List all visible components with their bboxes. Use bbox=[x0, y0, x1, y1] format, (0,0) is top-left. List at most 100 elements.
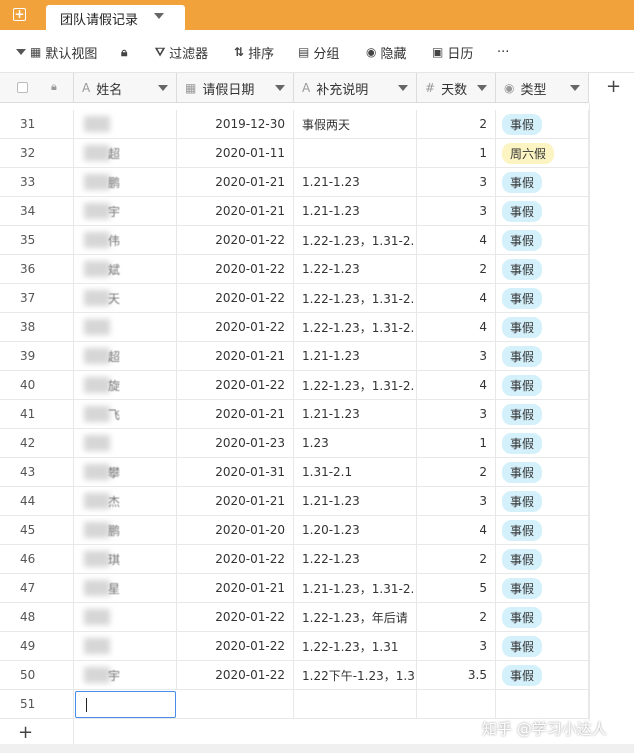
note-cell[interactable]: 1.22-1.23，1.31 bbox=[294, 632, 417, 660]
days-cell[interactable]: 4 bbox=[417, 516, 496, 544]
table-row-new[interactable]: 51 bbox=[0, 690, 589, 719]
name-cell[interactable]: 杰 bbox=[74, 487, 177, 515]
type-cell[interactable]: 事假 bbox=[496, 574, 589, 602]
date-cell[interactable]: 2020-01-22 bbox=[177, 226, 294, 254]
note-cell[interactable]: 1.22-1.23 bbox=[294, 545, 417, 573]
type-cell[interactable]: 事假 bbox=[496, 429, 589, 457]
date-cell[interactable]: 2020-01-21 bbox=[177, 487, 294, 515]
name-cell[interactable]: 超 bbox=[74, 139, 177, 167]
days-cell[interactable]: 4 bbox=[417, 371, 496, 399]
table-row[interactable]: 41 飞 2020-01-21 1.21-1.23 3 事假 bbox=[0, 400, 589, 429]
table-row[interactable]: 44 杰 2020-01-21 1.21-1.23 3 事假 bbox=[0, 487, 589, 516]
note-cell[interactable]: 1.21-1.23 bbox=[294, 342, 417, 370]
days-cell[interactable]: 3 bbox=[417, 487, 496, 515]
table-row[interactable]: 49 2020-01-22 1.22-1.23，1.31 3 事假 bbox=[0, 632, 589, 661]
days-cell[interactable]: 3.5 bbox=[417, 661, 496, 689]
type-cell[interactable]: 周六假 bbox=[496, 139, 589, 167]
days-cell[interactable]: 3 bbox=[417, 168, 496, 196]
table-row[interactable]: 38 2020-01-22 1.22-1.23，1.31-2. 4 事假 bbox=[0, 313, 589, 342]
table-row[interactable]: 50 宇 2020-01-22 1.22下午-1.23，1.3 3.5 事假 bbox=[0, 661, 589, 690]
plus-square-icon[interactable]: + bbox=[13, 8, 26, 21]
date-cell[interactable]: 2020-01-22 bbox=[177, 313, 294, 341]
column-header-name[interactable]: A 姓名 bbox=[74, 73, 177, 103]
name-cell[interactable]: 天 bbox=[74, 284, 177, 312]
name-cell[interactable] bbox=[74, 110, 177, 138]
name-cell[interactable]: 鹏 bbox=[74, 516, 177, 544]
name-cell[interactable]: 星 bbox=[74, 574, 177, 602]
add-column-button[interactable]: + bbox=[589, 73, 634, 103]
table-row[interactable]: 35 伟 2020-01-22 1.22-1.23，1.31-2. 4 事假 bbox=[0, 226, 589, 255]
note-cell[interactable]: 1.21-1.23 bbox=[294, 197, 417, 225]
chevron-down-icon[interactable] bbox=[154, 13, 164, 19]
type-cell[interactable]: 事假 bbox=[496, 284, 589, 312]
name-cell[interactable]: 琪 bbox=[74, 545, 177, 573]
date-cell[interactable]: 2020-01-22 bbox=[177, 661, 294, 689]
type-cell[interactable]: 事假 bbox=[496, 516, 589, 544]
days-cell[interactable]: 1 bbox=[417, 429, 496, 457]
filter-button[interactable]: ⛛ 过滤器 bbox=[155, 43, 208, 62]
table-row[interactable]: 45 鹏 2020-01-20 1.20-1.23 4 事假 bbox=[0, 516, 589, 545]
date-cell[interactable]: 2020-01-22 bbox=[177, 284, 294, 312]
date-cell[interactable]: 2020-01-22 bbox=[177, 545, 294, 573]
note-cell[interactable]: 事假两天 bbox=[294, 110, 417, 138]
date-cell[interactable]: 2019-12-30 bbox=[177, 110, 294, 138]
note-cell[interactable]: 1.22-1.23，1.31-2. bbox=[294, 313, 417, 341]
days-cell[interactable]: 4 bbox=[417, 284, 496, 312]
days-cell[interactable]: 2 bbox=[417, 603, 496, 631]
name-cell[interactable] bbox=[74, 632, 177, 660]
note-cell[interactable]: 1.21-1.23 bbox=[294, 168, 417, 196]
table-row[interactable]: 31 2019-12-30 事假两天 2 事假 bbox=[0, 110, 589, 139]
name-cell[interactable]: 鹏 bbox=[74, 168, 177, 196]
name-cell-editor[interactable] bbox=[75, 691, 176, 718]
type-cell[interactable]: 事假 bbox=[496, 110, 589, 138]
days-cell[interactable]: 3 bbox=[417, 400, 496, 428]
type-cell[interactable] bbox=[496, 690, 589, 718]
name-cell[interactable]: 旋 bbox=[74, 371, 177, 399]
date-cell[interactable]: 2020-01-21 bbox=[177, 197, 294, 225]
note-cell[interactable] bbox=[294, 690, 417, 718]
days-cell[interactable]: 3 bbox=[417, 197, 496, 225]
date-cell[interactable] bbox=[177, 690, 294, 718]
type-cell[interactable]: 事假 bbox=[496, 603, 589, 631]
note-cell[interactable]: 1.20-1.23 bbox=[294, 516, 417, 544]
date-cell[interactable]: 2020-01-31 bbox=[177, 458, 294, 486]
chevron-down-icon[interactable] bbox=[477, 85, 487, 91]
type-cell[interactable]: 事假 bbox=[496, 458, 589, 486]
type-cell[interactable]: 事假 bbox=[496, 661, 589, 689]
column-header-note[interactable]: A 补充说明 bbox=[294, 73, 417, 103]
date-cell[interactable]: 2020-01-23 bbox=[177, 429, 294, 457]
type-cell[interactable]: 事假 bbox=[496, 197, 589, 225]
days-cell[interactable]: 3 bbox=[417, 342, 496, 370]
column-header-date[interactable]: ▦ 请假日期 bbox=[177, 73, 294, 103]
days-cell[interactable]: 2 bbox=[417, 255, 496, 283]
date-cell[interactable]: 2020-01-22 bbox=[177, 632, 294, 660]
note-cell[interactable]: 1.23 bbox=[294, 429, 417, 457]
type-cell[interactable]: 事假 bbox=[496, 342, 589, 370]
table-row[interactable]: 33 鹏 2020-01-21 1.21-1.23 3 事假 bbox=[0, 168, 589, 197]
group-button[interactable]: ▤ 分组 bbox=[298, 43, 339, 62]
days-cell[interactable]: 3 bbox=[417, 632, 496, 660]
type-cell[interactable]: 事假 bbox=[496, 313, 589, 341]
note-cell[interactable]: 1.21-1.23 bbox=[294, 487, 417, 515]
table-row[interactable]: 37 天 2020-01-22 1.22-1.23，1.31-2. 4 事假 bbox=[0, 284, 589, 313]
type-cell[interactable]: 事假 bbox=[496, 255, 589, 283]
days-cell[interactable]: 4 bbox=[417, 226, 496, 254]
date-cell[interactable]: 2020-01-11 bbox=[177, 139, 294, 167]
type-cell[interactable]: 事假 bbox=[496, 545, 589, 573]
days-cell[interactable]: 5 bbox=[417, 574, 496, 602]
select-all-checkbox[interactable] bbox=[17, 82, 28, 93]
note-cell[interactable]: 1.21-1.23，1.31-2. bbox=[294, 574, 417, 602]
date-cell[interactable]: 2020-01-20 bbox=[177, 516, 294, 544]
date-cell[interactable]: 2020-01-21 bbox=[177, 168, 294, 196]
lock-icon[interactable]: 🔒︎ bbox=[121, 43, 131, 61]
type-cell[interactable]: 事假 bbox=[496, 371, 589, 399]
note-cell[interactable]: 1.22下午-1.23，1.3 bbox=[294, 661, 417, 689]
chevron-down-icon[interactable] bbox=[398, 85, 408, 91]
chevron-down-icon[interactable] bbox=[158, 85, 168, 91]
table-row[interactable]: 42 2020-01-23 1.23 1 事假 bbox=[0, 429, 589, 458]
tab-team-leave[interactable]: 团队请假记录 bbox=[46, 5, 185, 30]
name-cell[interactable]: 宇 bbox=[74, 661, 177, 689]
note-cell[interactable]: 1.22-1.23 bbox=[294, 255, 417, 283]
table-row[interactable]: 36 斌 2020-01-22 1.22-1.23 2 事假 bbox=[0, 255, 589, 284]
calendar-button[interactable]: ▣ 日历 bbox=[432, 43, 473, 62]
